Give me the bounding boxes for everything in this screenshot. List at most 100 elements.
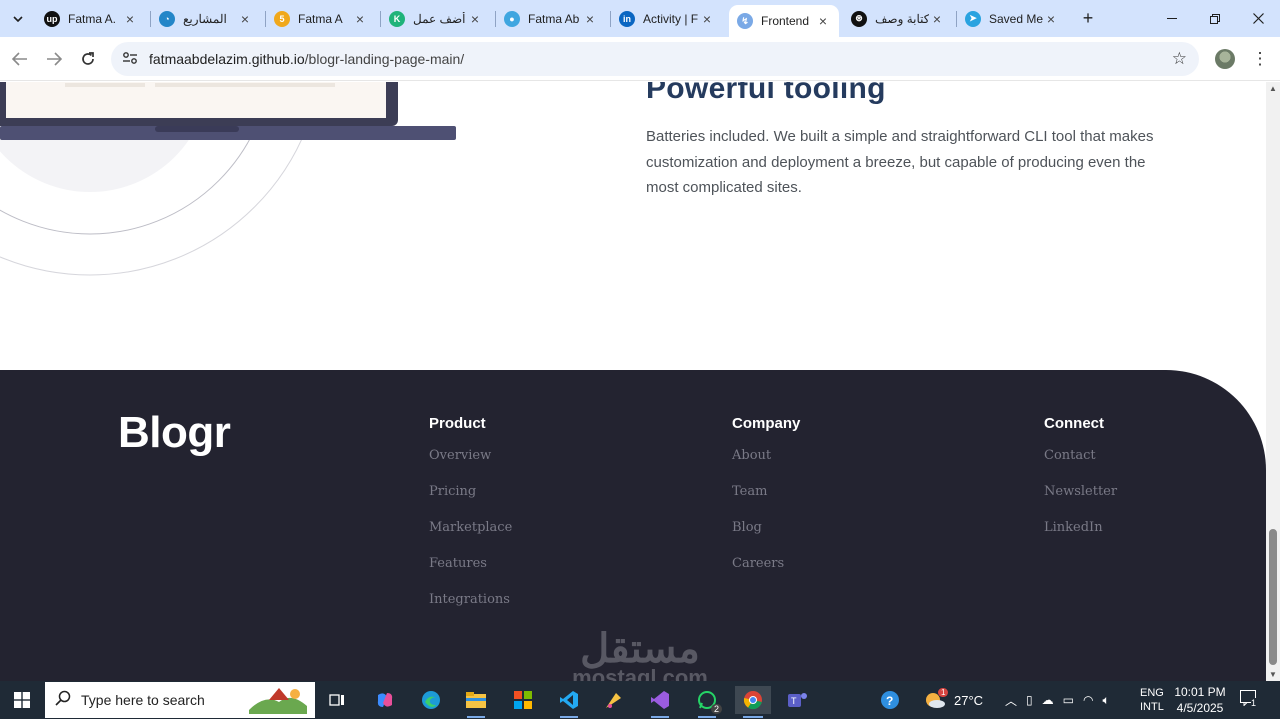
tab-separator [495,11,496,27]
browser-tab[interactable]: ➤ Saved Me × [957,4,1067,33]
store-icon[interactable] [506,686,540,714]
wifi-icon[interactable]: ◠ [1083,693,1093,707]
tab-strip: up Fatma A. × ◔ المشاريع × 5 Fatma A × K أضف عمل × ●… [0,0,1280,37]
tab-title: كتابة وصف [875,11,929,26]
tab-title: Fatma A [298,11,343,26]
footer-link-careers[interactable]: Careers [732,556,800,571]
page-scrollbar[interactable]: ▲ ▼ [1266,82,1280,681]
visual-studio-icon[interactable] [643,686,677,718]
weather-widget[interactable]: 1 27°C [922,681,983,719]
footer-link-linkedin[interactable]: LinkedIn [1044,520,1117,535]
tab-title: أضف عمل [413,11,466,26]
close-tab-icon[interactable]: × [929,11,945,27]
clock-date: 4/5/2025 [1176,701,1224,715]
back-button[interactable] [8,47,32,71]
notifications-button[interactable]: 1 [1240,690,1262,710]
language-top: ENG [1140,687,1164,699]
footer-link-features[interactable]: Features [429,556,512,571]
browser-tab[interactable]: in Activity | F × [611,4,723,33]
clock-time: 10:01 PM [1174,685,1226,699]
footer-heading: Connect [1044,415,1104,432]
whatsapp-icon[interactable]: 2 [690,686,724,718]
close-window-button[interactable] [1236,0,1280,37]
upwork-icon: up [44,10,60,27]
feature-title: Powerful tooling [646,82,886,105]
footer-link-marketplace[interactable]: Marketplace [429,520,512,535]
arrow-left-icon [12,52,27,66]
close-tab-icon[interactable]: × [582,11,598,27]
frontend-mentor-icon: ↯ [737,13,753,29]
taskbar-search[interactable]: Type here to search [45,682,315,718]
footer-logo[interactable]: Blogr [118,408,231,458]
file-explorer-icon[interactable] [459,686,493,718]
laptop-illustration [0,82,456,276]
browser-tab[interactable]: K أضف عمل × [381,4,491,33]
reload-button[interactable] [76,47,100,71]
footer-heading: Product [429,415,486,432]
close-tab-icon[interactable]: × [352,11,368,27]
volume-icon[interactable]: 🔈︎ [1102,693,1109,708]
task-view-icon[interactable] [320,686,354,714]
search-highlight-icon [249,688,307,714]
tab-title: Frontend [761,14,810,28]
battery-icon[interactable]: ▭ [1063,693,1074,707]
onedrive-icon[interactable]: ☁ [1042,693,1054,707]
footer-link-contact[interactable]: Contact [1044,448,1117,463]
browser-menu-icon[interactable]: ⋮ [1250,46,1270,72]
windows-icon [14,692,30,708]
device-icon[interactable]: ▯ [1026,693,1033,707]
paint-icon[interactable] [597,686,631,714]
teams-icon[interactable]: T [781,686,815,714]
minimize-button[interactable] [1150,0,1194,37]
footer-link-overview[interactable]: Overview [429,448,512,463]
footer-link-blog[interactable]: Blog [732,520,800,535]
chevron-up-icon[interactable]: ︿ [1005,692,1017,709]
vscode-icon[interactable] [552,686,586,718]
copilot-icon[interactable] [368,686,402,714]
chatgpt-icon: ⊛ [851,10,867,27]
profile-avatar[interactable] [1215,49,1235,69]
site-settings-icon[interactable] [119,51,141,68]
watermark-latin: mostaql.com [572,665,708,681]
new-tab-button[interactable]: + [1077,7,1099,29]
browser-tab[interactable]: ● Fatma Ab × [496,4,606,33]
khamsat-icon: 5 [274,10,290,27]
close-tab-icon[interactable]: × [1043,11,1059,27]
tab-search-button[interactable] [5,6,31,32]
close-tab-icon[interactable]: × [237,11,253,27]
browser-tab[interactable]: 5 Fatma A × [266,4,376,33]
footer-link-integrations[interactable]: Integrations [429,592,512,607]
browser-tab[interactable]: ↯ Frontend × [729,5,839,37]
footer-link-about[interactable]: About [732,448,800,463]
browser-tab[interactable]: ⊛ كتابة وصف × [843,4,953,33]
footer-link-pricing[interactable]: Pricing [429,484,512,499]
scroll-up-icon[interactable]: ▲ [1269,84,1277,93]
browser-tab[interactable]: up Fatma A. × [36,4,146,33]
footer-link-newsletter[interactable]: Newsletter [1044,484,1117,499]
browser-toolbar: fatmaabdelazim.github.io/blogr-landing-p… [0,37,1280,81]
close-tab-icon[interactable]: × [122,11,138,27]
tab-separator [610,11,611,27]
language-indicator[interactable]: ENG INTL [1140,681,1164,719]
svg-text:T: T [791,696,797,706]
footer-link-team[interactable]: Team [732,484,800,499]
scroll-thumb[interactable] [1269,529,1277,665]
start-button[interactable] [0,681,44,719]
restore-button[interactable] [1193,0,1237,37]
forward-button[interactable] [42,47,66,71]
chevron-down-icon [13,16,23,22]
reload-icon [82,52,94,65]
clock[interactable]: 10:01 PM 4/5/2025 [1170,684,1230,716]
circle-icon: ● [504,10,520,27]
help-icon[interactable]: ? [873,686,907,714]
close-tab-icon[interactable]: × [815,13,831,29]
tab-title: Fatma A. [68,11,117,26]
scroll-down-icon[interactable]: ▼ [1269,670,1277,679]
bookmark-star-icon[interactable]: ☆ [1172,49,1187,69]
close-tab-icon[interactable]: × [699,11,715,27]
address-bar[interactable]: fatmaabdelazim.github.io/blogr-landing-p… [111,42,1199,76]
edge-icon[interactable] [414,686,448,714]
browser-tab[interactable]: ◔ المشاريع × [151,4,261,33]
close-tab-icon[interactable]: × [467,11,483,27]
chrome-icon[interactable] [735,686,771,718]
